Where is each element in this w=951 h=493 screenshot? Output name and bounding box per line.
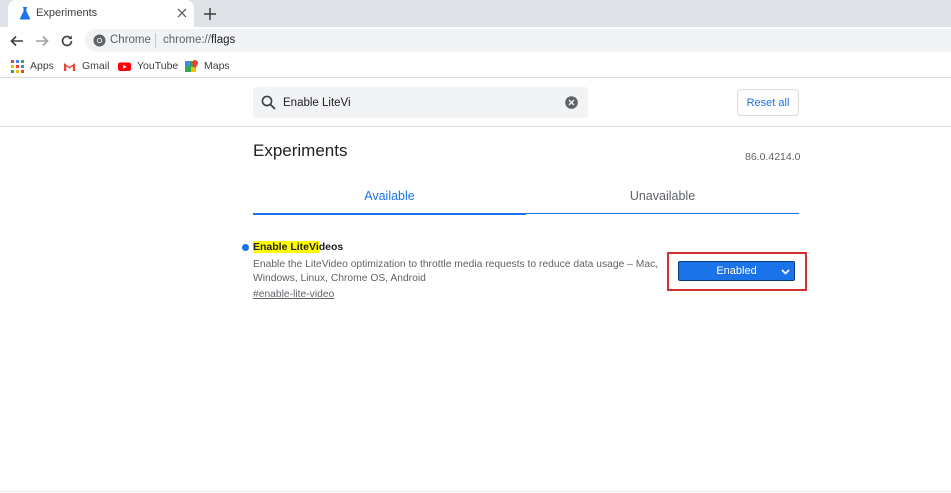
reload-icon[interactable] — [58, 32, 76, 50]
new-tab-plus-icon[interactable] — [200, 4, 220, 24]
tab-strip: Experiments — [0, 0, 951, 27]
modified-indicator-dot — [242, 244, 249, 251]
url-text: chrome://flags — [163, 34, 235, 46]
tab-unavailable[interactable]: Unavailable — [526, 178, 799, 214]
experiment-name-rest: deos — [318, 241, 344, 253]
bookmark-maps[interactable]: Maps — [185, 59, 230, 73]
back-arrow-icon[interactable] — [8, 32, 26, 50]
bookmark-youtube[interactable]: YouTube — [118, 59, 178, 73]
url-prefix: chrome:// — [163, 34, 211, 46]
selected-state-label: Enabled — [716, 265, 757, 277]
maps-icon — [185, 59, 198, 73]
search-match-highlight: Enable LiteVi — [253, 241, 319, 253]
apps-grid-icon — [11, 59, 24, 73]
address-bar[interactable]: Chrome chrome://flags — [85, 29, 951, 52]
bookmark-label: Gmail — [82, 60, 110, 72]
flags-tabs: Available Unavailable — [253, 178, 799, 215]
bookmark-gmail[interactable]: Gmail — [63, 59, 109, 73]
search-input[interactable] — [283, 87, 553, 118]
search-icon — [261, 95, 276, 110]
tab-available[interactable]: Available — [253, 178, 526, 215]
reset-all-button[interactable]: Reset all — [737, 89, 799, 116]
bookmark-label: Apps — [30, 60, 54, 72]
tab-title: Experiments — [36, 7, 98, 19]
gmail-icon — [63, 60, 76, 73]
url-path: flags — [210, 34, 236, 46]
bookmark-label: Maps — [204, 60, 230, 72]
toolbar: Chrome chrome://flags — [0, 27, 951, 54]
experiment-name: Enable LiteVideos — [253, 241, 343, 253]
forward-arrow-icon[interactable] — [33, 32, 51, 50]
page-title: Experiments — [253, 141, 348, 160]
browser-tab-experiments[interactable]: Experiments — [8, 0, 194, 27]
experiment-description: Enable the LiteVideo optimization to thr… — [253, 259, 659, 284]
bookmark-apps[interactable]: Apps — [11, 59, 54, 73]
flask-icon — [18, 6, 32, 20]
version-label: 86.0.4214.0 — [745, 151, 801, 163]
bookmark-label: YouTube — [137, 60, 179, 72]
experiment-permalink[interactable]: #enable-lite-video — [253, 289, 334, 300]
experiment-state-select[interactable]: Enabled — [678, 261, 795, 281]
flags-header: Reset all — [0, 79, 951, 127]
bottom-divider — [0, 491, 951, 492]
omnibox-chip-label: Chrome — [110, 34, 151, 46]
omnibox-separator — [155, 33, 156, 48]
flags-search-box[interactable] — [253, 87, 588, 118]
chevron-down-icon — [781, 267, 790, 276]
youtube-icon — [118, 60, 131, 73]
chrome-logo-icon — [93, 34, 106, 47]
clear-search-icon[interactable] — [565, 96, 578, 109]
close-tab-icon[interactable] — [174, 5, 190, 21]
bookmarks-bar: Apps Gmail YouTube Maps — [0, 54, 951, 78]
